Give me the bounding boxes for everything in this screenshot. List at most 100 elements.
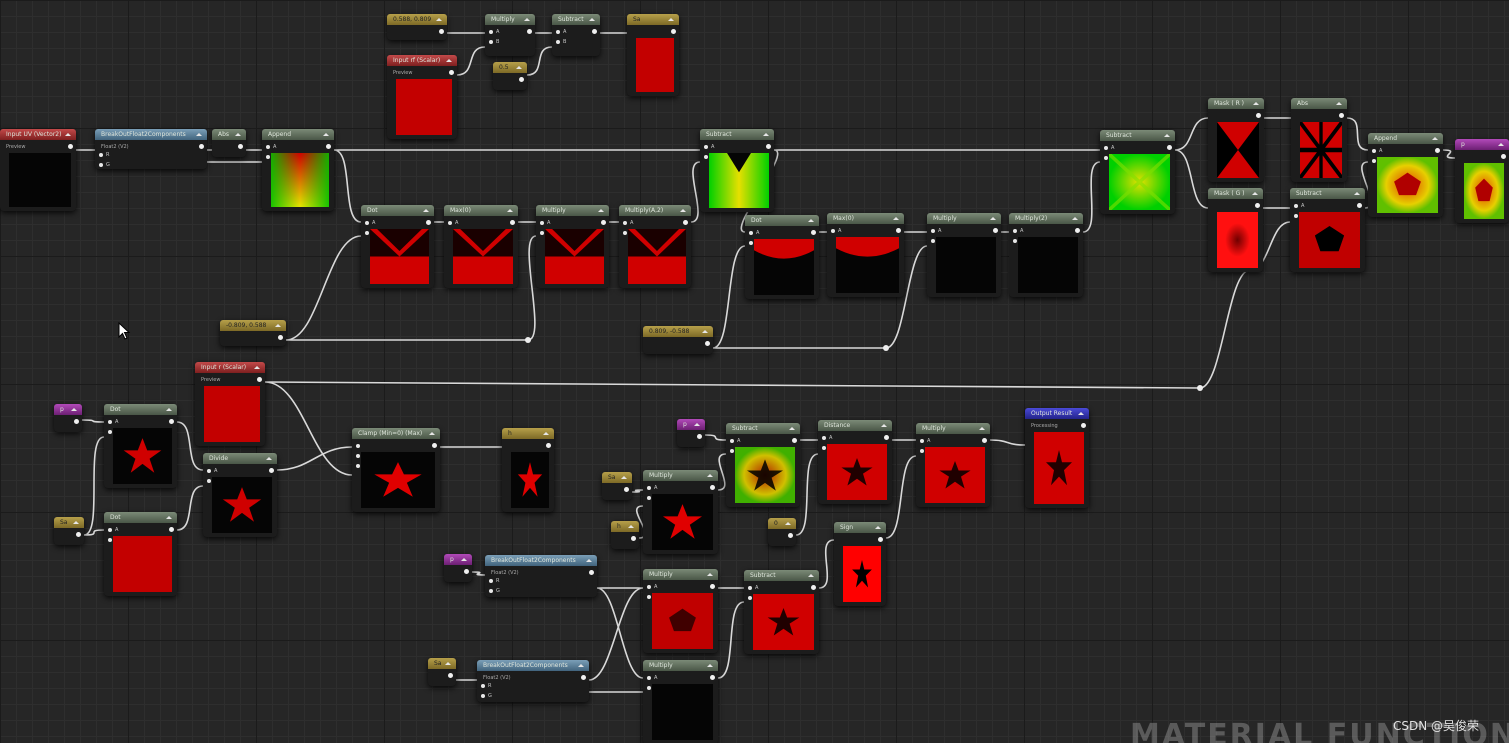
node-header[interactable]: h	[611, 521, 639, 532]
output-pin[interactable]	[1075, 228, 1080, 233]
output-pin[interactable]	[68, 144, 73, 149]
node-header[interactable]: Abs	[1291, 98, 1347, 109]
node-c-k2[interactable]: 0.809, -0.588	[643, 326, 713, 354]
input-pin[interactable]: A	[623, 220, 633, 226]
node-header[interactable]: Max(0)	[827, 213, 904, 224]
output-pin[interactable]	[601, 220, 606, 225]
output-pin[interactable]	[1167, 145, 1172, 150]
node-header[interactable]: BreakOutFloat2Components	[485, 555, 597, 566]
output-pin[interactable]	[788, 533, 793, 538]
output-pin[interactable]	[169, 527, 174, 532]
output-pin[interactable]	[527, 29, 532, 34]
input-pin[interactable]: G	[489, 588, 500, 594]
node-dot2[interactable]: DotAB	[745, 215, 819, 299]
input-pin[interactable]: A	[489, 29, 499, 35]
node-header[interactable]: Input UV (Vector2)	[0, 129, 76, 140]
node-header[interactable]: BreakOutFloat2Components	[95, 129, 207, 140]
node-header[interactable]: p	[1455, 139, 1509, 150]
node-mul3[interactable]: MultiplyAB	[927, 213, 1001, 297]
input-pin[interactable]: G	[99, 162, 110, 168]
node-sub5[interactable]: SubtractAB	[744, 570, 819, 654]
output-pin[interactable]	[671, 29, 676, 34]
node-header[interactable]: Mask ( G )	[1208, 188, 1263, 199]
output-pin[interactable]	[982, 438, 987, 443]
output-pin[interactable]	[631, 536, 636, 541]
node-header[interactable]: 0.588, 0.809	[387, 14, 447, 25]
node-header[interactable]: -0.809, 0.588	[220, 320, 286, 331]
reroute-node[interactable]	[525, 337, 531, 343]
node-header[interactable]: h	[502, 428, 554, 439]
node-p-out[interactable]: p	[1455, 139, 1509, 223]
input-pin[interactable]: R	[99, 152, 109, 158]
node-header[interactable]: Max(0)	[444, 205, 518, 216]
output-pin[interactable]	[1081, 423, 1086, 428]
node-header[interactable]: Multiply	[643, 470, 718, 481]
input-pin[interactable]: A	[556, 29, 566, 35]
input-pin[interactable]: A	[1294, 203, 1304, 209]
input-pin[interactable]	[356, 443, 363, 449]
node-dot3[interactable]: DotAB	[104, 404, 177, 488]
node-p1[interactable]: p	[54, 404, 82, 432]
input-pin[interactable]: B	[489, 39, 499, 45]
node-header[interactable]: Sa	[428, 658, 456, 669]
input-pin[interactable]: G	[481, 693, 492, 699]
input-pin[interactable]: A	[448, 220, 458, 226]
node-header[interactable]: Dot	[104, 512, 177, 523]
node-dot1[interactable]: DotAB	[361, 205, 434, 288]
node-header[interactable]: Dot	[745, 215, 819, 226]
node-header[interactable]: Sa	[627, 14, 679, 25]
output-pin[interactable]	[1435, 148, 1440, 153]
input-pin[interactable]: A	[748, 585, 758, 591]
output-pin[interactable]	[592, 29, 597, 34]
output-pin[interactable]	[1256, 113, 1261, 118]
node-header[interactable]: Dot	[104, 404, 177, 415]
output-pin[interactable]	[1255, 203, 1260, 208]
output-pin[interactable]	[811, 585, 816, 590]
output-pin[interactable]	[1357, 203, 1362, 208]
output-pin[interactable]	[710, 485, 715, 490]
node-sign[interactable]: Sign	[834, 522, 886, 606]
node-divide[interactable]: DivideAB	[203, 453, 277, 537]
material-graph-canvas[interactable]: 0.588, 0.809 Multiply A B Subtract A B Sa Input …	[0, 0, 1509, 743]
input-pin[interactable]: A	[108, 527, 118, 533]
input-pin[interactable]: A	[207, 468, 217, 474]
output-pin[interactable]	[896, 228, 901, 233]
input-pin[interactable]: A	[647, 675, 657, 681]
input-pin[interactable]: A	[831, 228, 841, 234]
node-header[interactable]: p	[54, 404, 82, 415]
input-pin[interactable]: A	[749, 230, 759, 236]
node-dot4[interactable]: DotAB	[104, 512, 177, 596]
output-pin[interactable]	[1501, 154, 1506, 159]
output-pin[interactable]	[589, 570, 594, 575]
node-mul6[interactable]: MultiplyAB	[916, 423, 990, 507]
output-pin[interactable]	[448, 673, 453, 678]
output-pin[interactable]	[76, 532, 81, 537]
input-pin[interactable]: A	[1104, 145, 1114, 151]
node-sa1[interactable]: Sa	[54, 517, 84, 545]
node-mask-g[interactable]: Mask ( G )	[1208, 188, 1263, 272]
node-header[interactable]: Distance	[818, 420, 892, 431]
output-pin[interactable]	[766, 144, 771, 149]
node-header[interactable]: Subtract	[726, 423, 800, 434]
node-break-uv[interactable]: BreakOutFloat2Components Float2 (V2) R G	[95, 129, 207, 169]
node-mul2[interactable]: Multiply(A,2)AB	[619, 205, 691, 288]
node-header[interactable]: Sa	[54, 517, 84, 528]
output-pin[interactable]	[710, 675, 715, 680]
node-header[interactable]: Abs	[212, 129, 246, 140]
node-header[interactable]: Multiply	[536, 205, 609, 216]
input-pin[interactable]: A	[365, 220, 375, 226]
node-header[interactable]: p	[677, 419, 705, 430]
node-header[interactable]: Sign	[834, 522, 886, 533]
node-dist[interactable]: DistanceAB	[818, 420, 892, 504]
node-break2[interactable]: BreakOutFloat2Components Float2 (V2) R G	[485, 555, 597, 597]
output-pin[interactable]	[326, 144, 331, 149]
node-header[interactable]: 0.5	[493, 62, 527, 73]
output-pin[interactable]	[278, 335, 283, 340]
input-pin[interactable]: A	[1013, 228, 1023, 234]
output-pin[interactable]	[878, 537, 883, 542]
node-header[interactable]: BreakOutFloat2Components	[477, 660, 589, 671]
node-append2[interactable]: AppendAB	[1368, 133, 1443, 217]
output-pin[interactable]	[439, 29, 444, 34]
node-mul7[interactable]: MultiplyAB	[643, 569, 718, 653]
reroute-node[interactable]	[1197, 385, 1203, 391]
